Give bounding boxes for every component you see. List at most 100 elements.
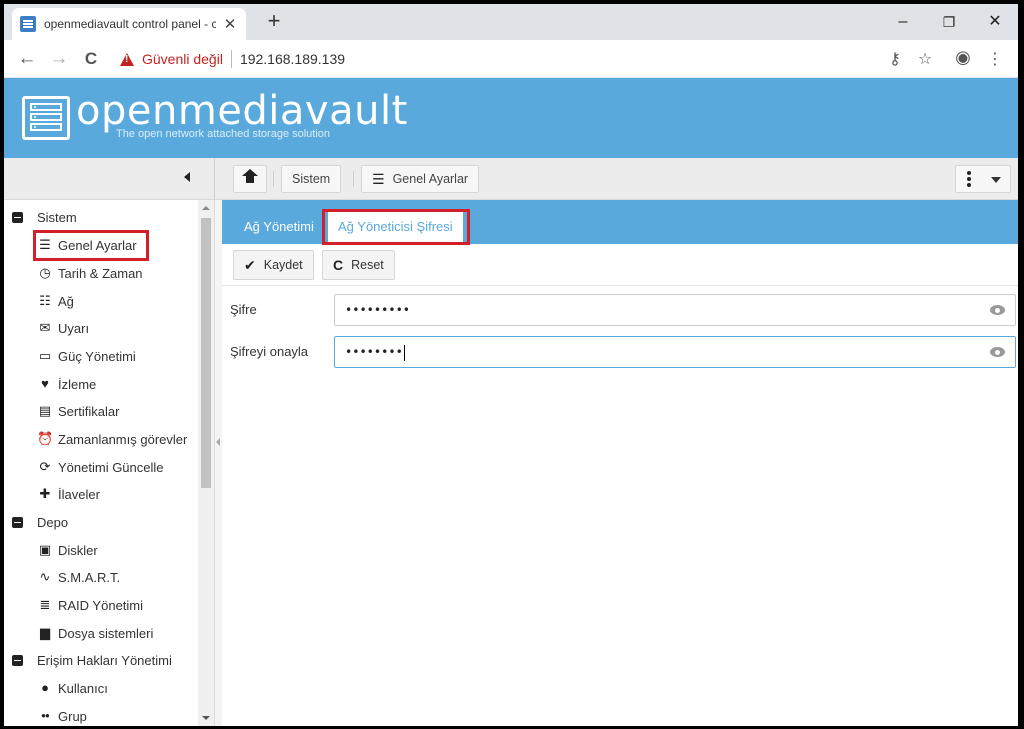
text-caret [403, 344, 405, 361]
restore-button[interactable]: ❐ [926, 8, 972, 36]
sidebar-item-ag[interactable]: ☷ Ağ [37, 289, 74, 313]
sidebar-item-label: Ağ [58, 293, 74, 309]
browser-tab-bar: openmediavault control panel - c ✕ + – ❐… [4, 4, 1018, 40]
sidebar-item-label: Kullanıcı [58, 680, 108, 696]
collapse-group-icon [12, 516, 23, 528]
breadcrumb-separator [273, 171, 274, 187]
save-label: Kaydet [263, 258, 303, 272]
sidebar-toolbar [4, 158, 214, 200]
password-field[interactable]: ••••••••• [334, 294, 1016, 326]
breadcrumb-sistem[interactable]: Sistem [281, 165, 342, 193]
reset-label: Reset [351, 258, 384, 272]
sidebar-scrollbar[interactable] [198, 200, 214, 726]
user-icon: ● [41, 680, 49, 695]
scrollbar-thumb[interactable] [201, 218, 211, 488]
envelope-icon: ✉ [39, 320, 51, 335]
sidebar-item-label: Grup [58, 708, 87, 724]
sidebar-item-label: Diskler [58, 542, 98, 558]
breadcrumb-genel-ayarlar[interactable]: ☰ Genel Ayarlar [361, 165, 480, 193]
url-text[interactable]: 192.168.189.139 [240, 51, 345, 67]
sidebar-item-label: Tarih & Zaman [58, 265, 143, 281]
sidebar-item-zamanlanmis-gorevler[interactable]: ⏰ Zamanlanmış görevler [37, 427, 187, 451]
network-icon: ☷ [39, 293, 51, 308]
key-icon[interactable]: ⚷ [884, 49, 906, 69]
breadcrumb: Sistem ☰ Genel Ayarlar [214, 158, 1018, 200]
scroll-up-icon[interactable] [202, 206, 210, 210]
close-window-button[interactable]: ✕ [972, 8, 1018, 36]
browser-menu-icon[interactable]: ⋮ [984, 49, 1006, 69]
minimize-button[interactable]: – [880, 8, 926, 36]
check-icon: ✔ [244, 256, 256, 273]
reset-icon: C [333, 257, 344, 273]
sidebar-item-label: Sertifikalar [58, 403, 120, 419]
back-button[interactable]: ← [14, 46, 40, 72]
sidebar-item-label: İlaveler [58, 486, 100, 502]
security-indicator[interactable]: Güvenli değil [142, 51, 223, 67]
sidebar-item-grup[interactable]: ●● Grup [37, 704, 87, 726]
scroll-down-icon[interactable] [202, 716, 210, 720]
collapse-arrow-icon[interactable] [216, 438, 220, 446]
sidebar-item-label: Yönetimi Güncelle [58, 459, 164, 475]
folder-icon: ▆ [40, 625, 50, 640]
breadcrumb-separator [353, 171, 354, 187]
breadcrumb-label: Sistem [292, 172, 331, 186]
sidebar-group-erisim-haklari[interactable]: Erişim Hakları Yönetimi [12, 648, 172, 672]
vertical-dots-icon [967, 171, 971, 175]
sidebar-item-label: Uyarı [58, 320, 90, 336]
tab-close-icon[interactable]: ✕ [222, 15, 238, 33]
panel-splitter[interactable] [214, 200, 222, 726]
omv-logo-icon [22, 96, 70, 140]
sidebar-item-yonetimi-guncelle[interactable]: ⟳ Yönetimi Güncelle [37, 455, 164, 479]
show-password-icon[interactable] [990, 347, 1005, 357]
sidebar-item-raid-yonetimi[interactable]: ≣ RAID Yönetimi [37, 593, 143, 617]
profile-icon[interactable]: ◉ [952, 47, 974, 68]
clock-icon: ◷ [39, 265, 51, 280]
sidebar-item-sertifikalar[interactable]: ▤ Sertifikalar [37, 399, 120, 423]
sidebar-group-sistem[interactable]: Sistem [12, 205, 77, 229]
sidebar-item-smart[interactable]: ∿ S.M.A.R.T. [37, 565, 121, 589]
save-button[interactable]: ✔ Kaydet [233, 250, 314, 280]
sidebar-group-label: Erişim Hakları Yönetimi [37, 652, 172, 668]
omv-favicon-icon [20, 16, 36, 32]
database-icon: ≣ [39, 597, 51, 612]
omnibox[interactable]: Güvenli değil 192.168.189.139 [112, 45, 932, 73]
sidebar-item-izleme[interactable]: ♥ İzleme [37, 372, 96, 396]
more-options-button[interactable] [955, 165, 1011, 193]
tab-title: openmediavault control panel - c [44, 17, 216, 31]
confirm-password-value: •••••••• [345, 345, 403, 359]
collapse-sidebar-icon[interactable] [184, 172, 190, 182]
sidebar-item-tarih-zaman[interactable]: ◷ Tarih & Zaman [37, 261, 143, 285]
tab-ag-yonetimi[interactable]: Ağ Yönetimi [234, 212, 324, 242]
app-header: openmediavault The open network attached… [4, 78, 1018, 158]
browser-tab[interactable]: openmediavault control panel - c ✕ [12, 8, 246, 40]
reload-button[interactable]: C [78, 46, 104, 72]
sidebar-item-uyari[interactable]: ✉ Uyarı [37, 316, 90, 340]
bookmark-star-icon[interactable]: ☆ [914, 49, 936, 69]
confirm-password-field[interactable]: •••••••• [334, 336, 1016, 368]
highlight-box [322, 209, 470, 245]
forward-button[interactable]: → [46, 46, 72, 72]
sidebar-item-diskler[interactable]: ▣ Diskler [37, 538, 98, 562]
collapse-group-icon [12, 654, 23, 666]
reset-button[interactable]: C Reset [322, 250, 395, 280]
highlight-box [33, 230, 149, 261]
address-bar: ← → C Güvenli değil 192.168.189.139 ⚷ ☆ … [4, 40, 1018, 78]
new-tab-button[interactable]: + [262, 10, 286, 34]
sidebar-item-label: RAID Yönetimi [58, 597, 144, 613]
sidebar-item-label: Zamanlanmış görevler [58, 431, 188, 447]
password-value: ••••••••• [345, 303, 411, 317]
password-row: Şifre ••••••••• [222, 294, 1018, 326]
sidebar-item-guc-yonetimi[interactable]: ▭ Güç Yönetimi [37, 344, 136, 368]
sidebar-item-ilaveler[interactable]: ✚ İlaveler [37, 482, 100, 506]
sidebar-item-kullanici[interactable]: ● Kullanıcı [37, 676, 108, 700]
action-toolbar: ✔ Kaydet C Reset [222, 244, 1018, 286]
sidebar-item-dosya-sistemleri[interactable]: ▆ Dosya sistemleri [37, 621, 153, 645]
sidebar-group-depo[interactable]: Depo [12, 510, 68, 534]
sliders-icon: ☰ [372, 170, 385, 187]
panel-tab-strip: Ağ Yönetimi Ağ Yöneticisi Şifresi [222, 200, 1018, 245]
home-button[interactable] [233, 165, 267, 193]
show-password-icon[interactable] [990, 305, 1005, 315]
refresh-icon: ⟳ [39, 459, 51, 474]
alarm-clock-icon: ⏰ [37, 431, 54, 446]
confirm-password-row: Şifreyi onayla •••••••• [222, 336, 1018, 368]
